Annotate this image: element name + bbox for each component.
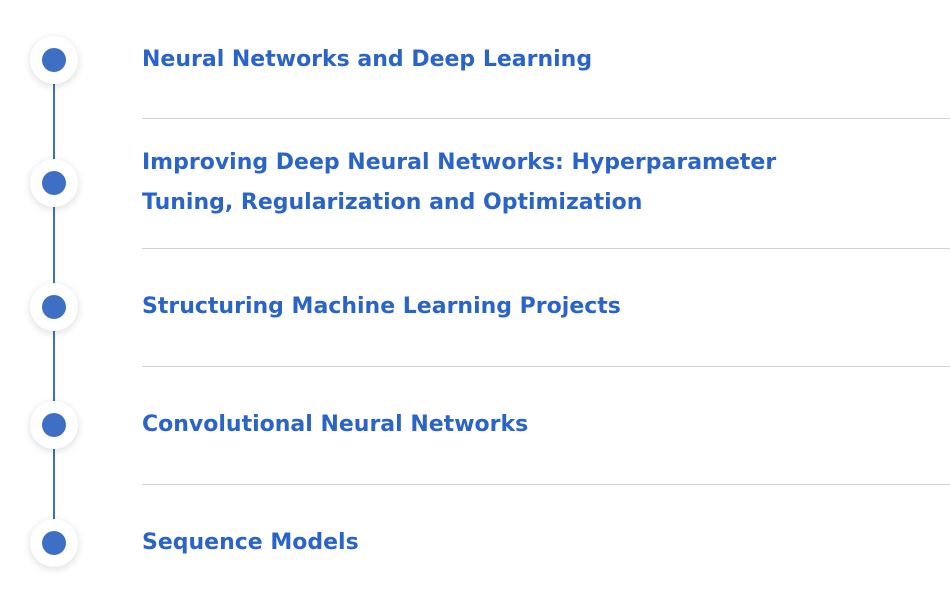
- step-dot-icon: [42, 413, 66, 437]
- divider-1: [142, 118, 950, 119]
- step-dot-icon: [42, 531, 66, 555]
- step-marker-3: [30, 283, 78, 331]
- course-timeline: Neural Networks and Deep Learning Improv…: [0, 0, 950, 604]
- step-marker-5: [30, 519, 78, 567]
- step-dot-icon: [42, 171, 66, 195]
- step-marker-1: [30, 36, 78, 84]
- divider-3: [142, 366, 950, 367]
- divider-4: [142, 484, 950, 485]
- course-link-5[interactable]: Sequence Models: [142, 523, 872, 563]
- step-marker-2: [30, 159, 78, 207]
- course-link-4[interactable]: Convolutional Neural Networks: [142, 405, 872, 445]
- step-dot-icon: [42, 295, 66, 319]
- divider-2: [142, 248, 950, 249]
- course-link-3[interactable]: Structuring Machine Learning Projects: [142, 287, 872, 327]
- step-marker-4: [30, 401, 78, 449]
- course-link-1[interactable]: Neural Networks and Deep Learning: [142, 40, 872, 80]
- course-link-2[interactable]: Improving Deep Neural Networks: Hyperpar…: [142, 143, 872, 223]
- step-dot-icon: [42, 48, 66, 72]
